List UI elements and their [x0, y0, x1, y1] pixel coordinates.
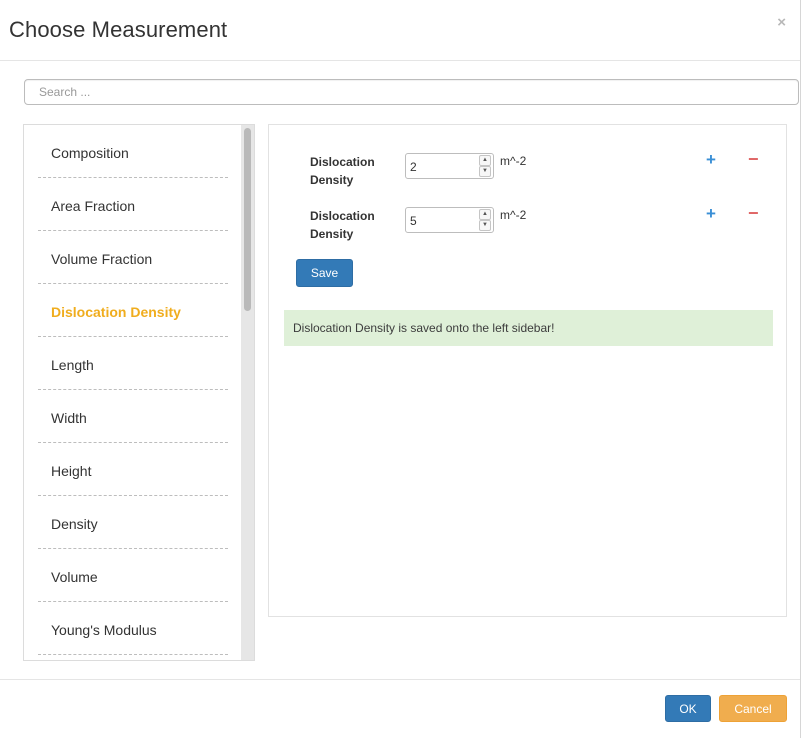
list-item[interactable]: Volume — [38, 549, 228, 602]
list-item-label: Density — [51, 516, 98, 532]
number-spinner[interactable]: ▲ ▼ — [479, 209, 491, 231]
row-label: Dislocation Density — [310, 209, 375, 241]
measurement-row: Dislocation Density 5 ▲ ▼ m^-2 + − — [269, 203, 788, 247]
dialog-title: Choose Measurement — [9, 17, 228, 42]
list-scrollbar[interactable] — [241, 125, 254, 660]
list-item[interactable]: Composition — [38, 125, 228, 178]
measurement-form: Dislocation Density 2 ▲ ▼ m^-2 + − Dislo… — [268, 124, 787, 617]
list-item[interactable]: Volume Fraction — [38, 231, 228, 284]
list-item[interactable]: Height — [38, 443, 228, 496]
search-input[interactable] — [24, 79, 799, 105]
minus-icon[interactable]: − — [748, 203, 759, 224]
spin-down-icon[interactable]: ▼ — [479, 220, 491, 231]
list-item-label: Young's Modulus — [51, 622, 157, 638]
unit-label: m^-2 — [500, 208, 527, 222]
list-item-label: Volume — [51, 569, 98, 585]
list-item[interactable]: Density — [38, 496, 228, 549]
list-item-label: Height — [51, 463, 92, 479]
list-item-label: Length — [51, 357, 94, 373]
spin-up-icon[interactable]: ▲ — [479, 155, 491, 166]
list-item-label: Width — [51, 410, 87, 426]
plus-icon[interactable]: + — [706, 204, 716, 224]
number-spinner[interactable]: ▲ ▼ — [479, 155, 491, 177]
value-text: 2 — [410, 160, 417, 174]
value-text: 5 — [410, 214, 417, 228]
list-item[interactable]: Length — [38, 337, 228, 390]
success-alert: Dislocation Density is saved onto the le… — [284, 310, 773, 346]
spin-up-icon[interactable]: ▲ — [479, 209, 491, 220]
cancel-button[interactable]: Cancel — [719, 695, 787, 722]
unit-label: m^-2 — [500, 154, 527, 168]
close-icon[interactable]: × — [777, 14, 786, 31]
plus-icon[interactable]: + — [706, 150, 716, 170]
list-item-label: Composition — [51, 145, 129, 161]
list-item[interactable]: Dislocation Density — [38, 284, 228, 337]
save-button[interactable]: Save — [296, 259, 353, 287]
choose-measurement-dialog: Choose Measurement × Composition Area Fra… — [0, 0, 801, 738]
dialog-header: Choose Measurement × — [0, 0, 800, 61]
value-input[interactable]: 5 ▲ ▼ — [405, 207, 494, 233]
row-label: Dislocation Density — [310, 155, 375, 187]
dialog-footer: OK Cancel — [0, 679, 800, 738]
ok-button[interactable]: OK — [665, 695, 711, 722]
list-item[interactable]: Width — [38, 390, 228, 443]
spin-down-icon[interactable]: ▼ — [479, 166, 491, 177]
list-item[interactable]: Area Fraction — [38, 178, 228, 231]
measurement-row: Dislocation Density 2 ▲ ▼ m^-2 + − — [269, 149, 788, 193]
list-item-label: Volume Fraction — [51, 251, 153, 267]
minus-icon[interactable]: − — [748, 149, 759, 170]
list-item-label: Area Fraction — [51, 198, 136, 214]
measurement-list: Composition Area Fraction Volume Fraction D… — [23, 124, 255, 661]
scrollbar-thumb[interactable] — [244, 128, 251, 311]
list-item[interactable]: Young's Modulus — [38, 602, 228, 655]
list-item-label: Dislocation Density — [51, 304, 181, 320]
value-input[interactable]: 2 ▲ ▼ — [405, 153, 494, 179]
